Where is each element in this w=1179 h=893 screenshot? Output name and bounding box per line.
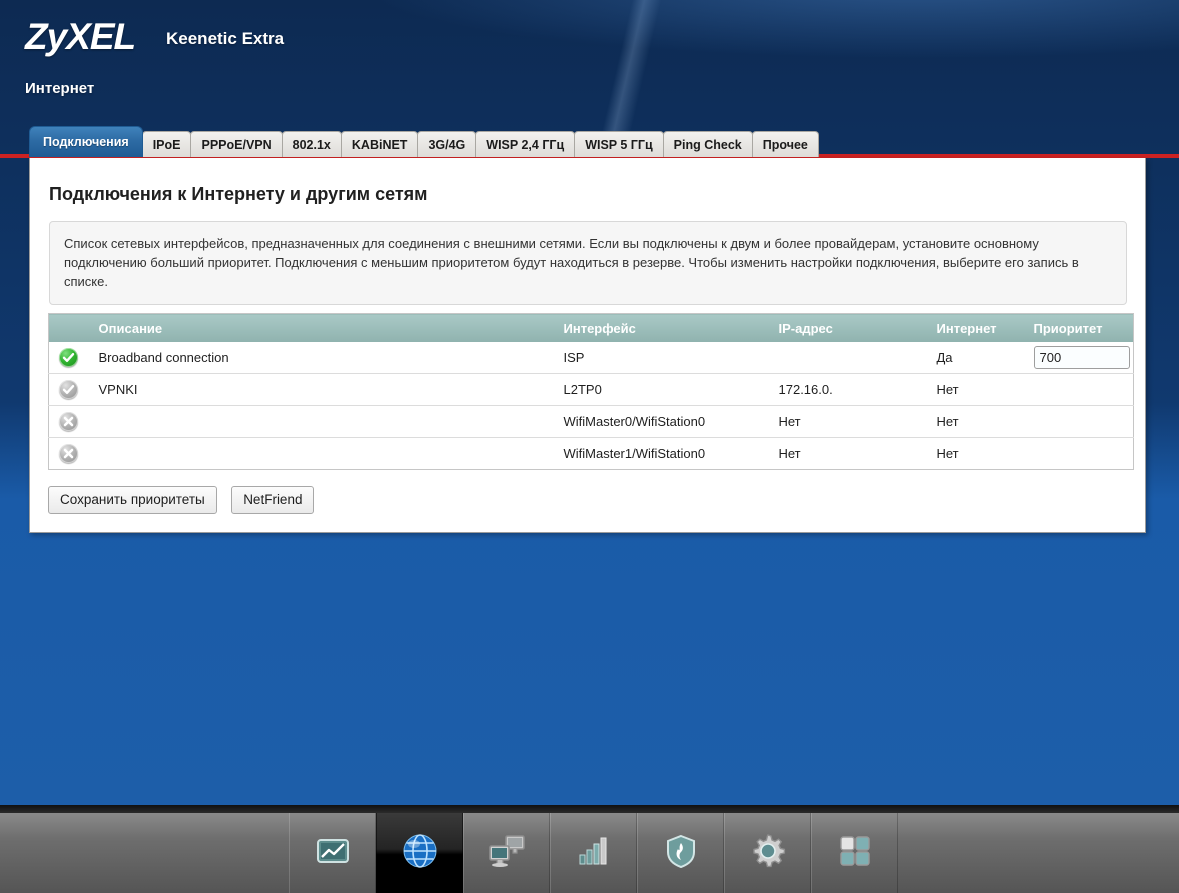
row-internet: Нет xyxy=(931,374,1028,406)
toolbar-item-system-grid[interactable] xyxy=(811,813,898,893)
row-ip-address xyxy=(773,342,931,374)
row-description xyxy=(93,438,558,470)
toolbar-item-network-computers[interactable] xyxy=(463,813,550,893)
status-disabled-x-icon[interactable] xyxy=(59,412,78,431)
product-name: Keenetic Extra xyxy=(166,29,284,49)
row-internet: Нет xyxy=(931,438,1028,470)
tab-3[interactable]: 802.1x xyxy=(282,131,342,157)
column-header-priority[interactable]: Приоритет xyxy=(1028,314,1134,343)
firewall-shield-icon xyxy=(661,831,701,876)
table-row[interactable]: WifiMaster0/WifiStation0НетНет xyxy=(49,406,1134,438)
page-title: Интернет xyxy=(25,80,94,97)
gear-icon xyxy=(748,831,788,876)
column-header-internet[interactable]: Интернет xyxy=(931,314,1028,343)
column-header-status[interactable] xyxy=(49,314,93,343)
tab-2[interactable]: PPPoE/VPN xyxy=(190,131,282,157)
row-status-cell xyxy=(49,438,93,470)
tab-0[interactable]: Подключения xyxy=(29,126,143,157)
toolbar-item-gear[interactable] xyxy=(724,813,811,893)
row-priority-cell xyxy=(1028,374,1134,406)
table-row[interactable]: Broadband connectionISP Да xyxy=(49,342,1134,374)
tab-5[interactable]: 3G/4G xyxy=(417,131,476,157)
row-internet: Нет xyxy=(931,406,1028,438)
row-interface: ISP xyxy=(558,342,773,374)
row-description xyxy=(93,406,558,438)
save-priorities-button[interactable]: Сохранить приоритеты xyxy=(48,486,217,514)
row-priority-cell xyxy=(1028,342,1134,374)
row-status-cell xyxy=(49,374,93,406)
toolbar-item-globe[interactable] xyxy=(376,813,463,893)
globe-icon xyxy=(399,830,441,877)
row-description: VPNKI xyxy=(93,374,558,406)
row-ip-address: 172.16.0. xyxy=(773,374,931,406)
tab-8[interactable]: Ping Check xyxy=(663,131,753,157)
row-priority-cell xyxy=(1028,406,1134,438)
status-disabled-x-icon[interactable] xyxy=(59,444,78,463)
system-grid-icon xyxy=(835,831,875,876)
network-computers-icon xyxy=(485,831,529,876)
connections-table: Описание Интерфейс IP-адрес Интернет При… xyxy=(48,313,1134,470)
panel-heading: Подключения к Интернету и другим сетям xyxy=(49,184,428,205)
tab-6[interactable]: WISP 2,4 ГГц xyxy=(475,131,575,157)
row-status-cell xyxy=(49,342,93,374)
table-row[interactable]: WifiMaster1/WifiStation0НетНет xyxy=(49,438,1134,470)
tab-bar: ПодключенияIPoEPPPoE/VPN802.1xKABiNET3G/… xyxy=(29,125,1179,157)
app-header: ZyXEL Keenetic Extra Интернет xyxy=(0,0,1179,120)
row-interface: L2TP0 xyxy=(558,374,773,406)
status-inactive-check-icon[interactable] xyxy=(59,380,78,399)
bottom-toolbar xyxy=(0,813,1179,893)
column-header-interface[interactable]: Интерфейс xyxy=(558,314,773,343)
content-panel: Подключения к Интернету и другим сетям С… xyxy=(29,158,1146,533)
table-header-row: Описание Интерфейс IP-адрес Интернет При… xyxy=(49,314,1134,343)
panel-actions: Сохранить приоритеты NetFriend xyxy=(48,486,324,514)
info-description: Список сетевых интерфейсов, предназначен… xyxy=(49,221,1127,305)
table-row[interactable]: VPNKIL2TP0172.16.0.Нет xyxy=(49,374,1134,406)
status-connected-check-icon[interactable] xyxy=(59,348,78,367)
priority-input[interactable] xyxy=(1034,346,1130,369)
row-interface: WifiMaster1/WifiStation0 xyxy=(558,438,773,470)
row-internet: Да xyxy=(931,342,1028,374)
row-ip-address: Нет xyxy=(773,406,931,438)
zyxel-logo: ZyXEL xyxy=(25,18,135,55)
wifi-signal-bars-icon xyxy=(574,831,614,876)
column-header-description[interactable]: Описание xyxy=(93,314,558,343)
row-status-cell xyxy=(49,406,93,438)
row-interface: WifiMaster0/WifiStation0 xyxy=(558,406,773,438)
tab-9[interactable]: Прочее xyxy=(752,131,819,157)
row-priority-cell xyxy=(1028,438,1134,470)
row-description: Broadband connection xyxy=(93,342,558,374)
monitor-chart-icon xyxy=(313,831,353,876)
tab-7[interactable]: WISP 5 ГГц xyxy=(574,131,663,157)
toolbar-top-edge xyxy=(0,805,1179,813)
toolbar-item-wifi-signal-bars[interactable] xyxy=(550,813,637,893)
tab-4[interactable]: KABiNET xyxy=(341,131,419,157)
netfriend-button[interactable]: NetFriend xyxy=(231,486,314,514)
row-ip-address: Нет xyxy=(773,438,931,470)
toolbar-item-monitor-chart[interactable] xyxy=(289,813,376,893)
toolbar-item-firewall-shield[interactable] xyxy=(637,813,724,893)
column-header-ip[interactable]: IP-адрес xyxy=(773,314,931,343)
tab-1[interactable]: IPoE xyxy=(142,131,192,157)
